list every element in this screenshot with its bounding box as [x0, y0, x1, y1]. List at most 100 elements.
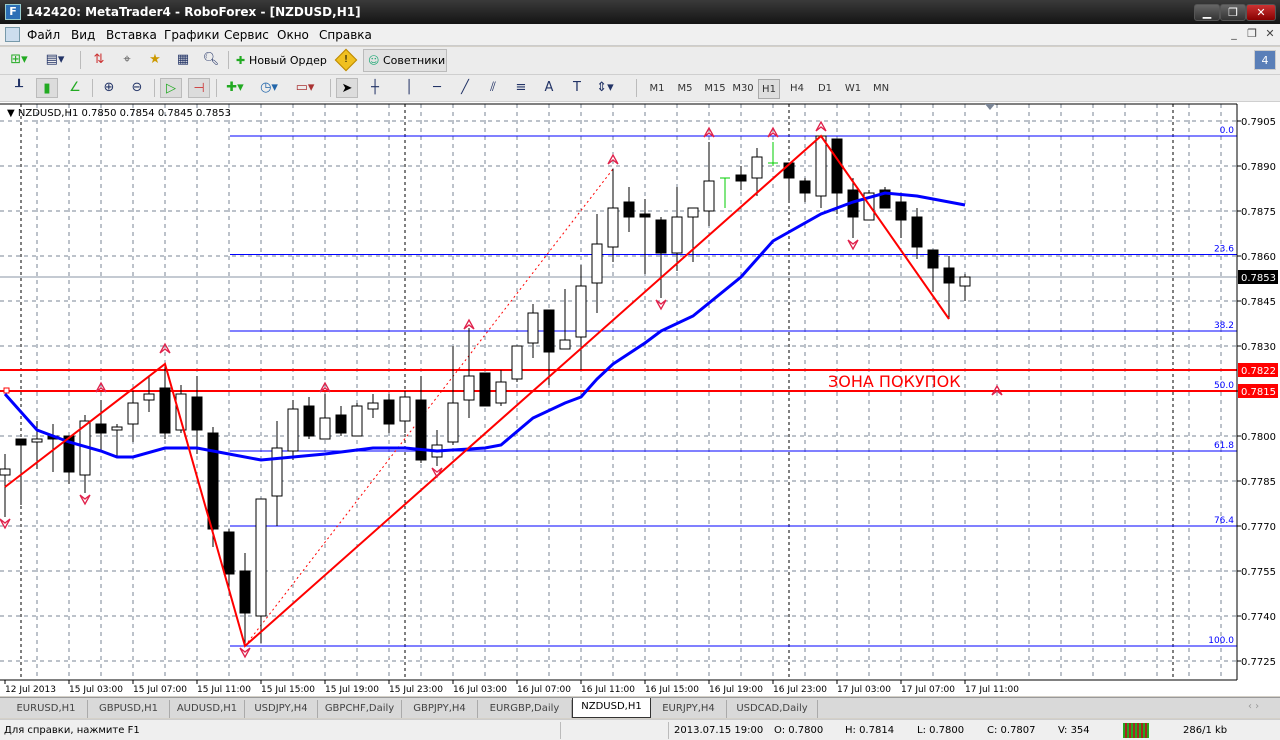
- candle-body: [527, 312, 539, 344]
- zoom-out-icon[interactable]: ⊖: [126, 78, 148, 98]
- new-chart-icon[interactable]: ⊞▾: [8, 50, 30, 70]
- data-window-icon[interactable]: ⌖: [116, 50, 138, 70]
- candle-body: [303, 405, 315, 437]
- chart-tab[interactable]: USDCAD,Daily: [727, 700, 818, 718]
- timeframe-m5[interactable]: M5: [674, 79, 696, 99]
- chart-tab[interactable]: NZDUSD,H1: [572, 698, 651, 718]
- chart-tab[interactable]: USDJPY,H4: [245, 700, 318, 718]
- candlestick-chart-icon[interactable]: ▮: [36, 78, 58, 98]
- x-tick-label: 15 Jul 15:00: [261, 685, 315, 695]
- indicators-icon[interactable]: ✚▾: [224, 78, 246, 98]
- bar-chart-icon[interactable]: ┸: [8, 78, 30, 98]
- vertical-line-icon[interactable]: │: [398, 78, 420, 98]
- x-tick-label: 17 Jul 07:00: [901, 685, 955, 695]
- profiles-icon[interactable]: ▤▾: [44, 50, 66, 70]
- text-label-icon[interactable]: T: [566, 78, 588, 98]
- mdi-minimize-button[interactable]: _: [1226, 27, 1242, 43]
- fibonacci-level-label: 23.6: [1214, 245, 1234, 255]
- menu-charts[interactable]: Графики: [164, 28, 219, 42]
- candle-body: [575, 285, 587, 338]
- menu-help[interactable]: Справка: [319, 28, 372, 42]
- minimize-button[interactable]: ▁: [1194, 4, 1220, 21]
- autoscroll-icon[interactable]: ▷: [160, 78, 182, 98]
- line-chart-icon[interactable]: ∠: [64, 78, 86, 98]
- trendline-icon[interactable]: ╱: [454, 78, 476, 98]
- fibonacci-level-label: 38.2: [1214, 321, 1234, 331]
- candle-body: [175, 393, 187, 431]
- menu-file[interactable]: Файл: [27, 28, 60, 42]
- mdi-close-button[interactable]: ✕: [1262, 27, 1278, 43]
- y-tick-label: 0.7830: [1241, 342, 1276, 353]
- text-icon[interactable]: A: [538, 78, 560, 98]
- connection-status-icon[interactable]: [1123, 723, 1149, 738]
- notifications-badge[interactable]: 4: [1254, 50, 1276, 70]
- mdi-restore-button[interactable]: ❐: [1244, 27, 1260, 43]
- cursor-icon[interactable]: ➤: [336, 78, 358, 98]
- menu-insert[interactable]: Вставка: [106, 28, 157, 42]
- timeframe-d1[interactable]: D1: [814, 79, 836, 99]
- chart-tab[interactable]: GBPCHF,Daily: [318, 700, 402, 718]
- tab-scroll-arrows[interactable]: ‹ ›: [1248, 701, 1259, 712]
- zoom-in-icon[interactable]: ⊕: [98, 78, 120, 98]
- close-button[interactable]: ✕: [1246, 4, 1276, 21]
- new-order-button[interactable]: ✚ Новый Ордер: [236, 50, 327, 72]
- candle-body: [223, 531, 235, 575]
- timeframe-mn[interactable]: MN: [870, 79, 892, 99]
- candle-body: [607, 207, 619, 248]
- navigator-icon[interactable]: ★: [144, 50, 166, 70]
- fibonacci-icon[interactable]: ≡: [510, 78, 532, 98]
- chart-tab[interactable]: EURUSD,H1: [5, 700, 88, 718]
- candle-body: [911, 216, 923, 248]
- equidistant-channel-icon[interactable]: ⫽: [482, 78, 504, 98]
- fibonacci-level-label: 50.0: [1214, 381, 1234, 391]
- timeframe-w1[interactable]: W1: [842, 79, 864, 99]
- strategy-tester-icon[interactable]: 🔍︎: [200, 50, 222, 70]
- price-chart[interactable]: 0.7905 0.7890 0.7875 0.7860 0.7845 0.7830 0.78…: [0, 102, 1280, 696]
- candle-body: [671, 216, 683, 254]
- chart-tab[interactable]: AUDUSD,H1: [170, 700, 245, 718]
- chart-tab[interactable]: GBPUSD,H1: [88, 700, 170, 718]
- standard-toolbar: ⊞▾ ▤▾ ⇅ ⌖ ★ ▦ 🔍︎ ✚ Новый Ордер ! ☺ Совет…: [0, 47, 1280, 75]
- x-tick-label: 16 Jul 19:00: [709, 685, 763, 695]
- timeframe-m15[interactable]: M15: [702, 79, 728, 99]
- maximize-button[interactable]: ❐: [1220, 4, 1246, 21]
- timeframe-m1[interactable]: M1: [646, 79, 668, 99]
- experts-button[interactable]: ☺ Советники: [363, 49, 447, 72]
- crosshair-icon[interactable]: ┼: [364, 78, 386, 98]
- separator: [560, 722, 561, 739]
- candle-body: [287, 408, 299, 452]
- fibonacci-level-label: 61.8: [1214, 441, 1234, 451]
- timeframe-h4[interactable]: H4: [786, 79, 808, 99]
- candle-body: [495, 381, 507, 404]
- chart-tabs: EURUSD,H1 GBPUSD,H1 AUDUSD,H1 USDJPY,H4 GBPC…: [0, 697, 1280, 718]
- market-watch-icon[interactable]: ⇅: [88, 50, 110, 70]
- menu-window[interactable]: Окно: [277, 28, 309, 42]
- separator: [636, 79, 637, 97]
- timeframe-m30[interactable]: M30: [730, 79, 756, 99]
- window-title: 142420: MetaTrader4 - RoboForex - [NZDUS…: [26, 5, 361, 19]
- candle-body: [335, 414, 347, 434]
- y-tick-label: 0.7800: [1241, 432, 1276, 443]
- alert-icon[interactable]: !: [334, 48, 358, 72]
- menu-view[interactable]: Вид: [71, 28, 95, 42]
- timeframe-h1[interactable]: H1: [758, 79, 780, 99]
- chart-tab[interactable]: EURJPY,H4: [651, 700, 727, 718]
- chart-tab[interactable]: EURGBP,Daily: [478, 700, 572, 718]
- chart-shift-icon[interactable]: ⊣: [188, 78, 210, 98]
- candle-body: [927, 249, 939, 269]
- candle-body: [127, 402, 139, 425]
- chart-window[interactable]: 0.7905 0.7890 0.7875 0.7860 0.7845 0.7830 0.78…: [0, 102, 1280, 696]
- arrows-icon[interactable]: ⇕▾: [594, 78, 616, 98]
- y-tick-label: 0.7890: [1241, 162, 1276, 173]
- candle-body: [623, 201, 635, 218]
- horizontal-line-icon[interactable]: ─: [426, 78, 448, 98]
- chart-tab[interactable]: GBPJPY,H4: [402, 700, 478, 718]
- periods-icon[interactable]: ◷▾: [258, 78, 280, 98]
- candle-body: [255, 498, 267, 617]
- buy-zone-annotation: ЗОНА ПОКУПОК: [828, 372, 961, 391]
- chart-menu-icon[interactable]: ▼: [7, 108, 18, 119]
- templates-icon[interactable]: ▭▾: [294, 78, 316, 98]
- experts-label: Советники: [382, 54, 446, 67]
- menu-tools[interactable]: Сервис: [224, 28, 269, 42]
- terminal-icon[interactable]: ▦: [172, 50, 194, 70]
